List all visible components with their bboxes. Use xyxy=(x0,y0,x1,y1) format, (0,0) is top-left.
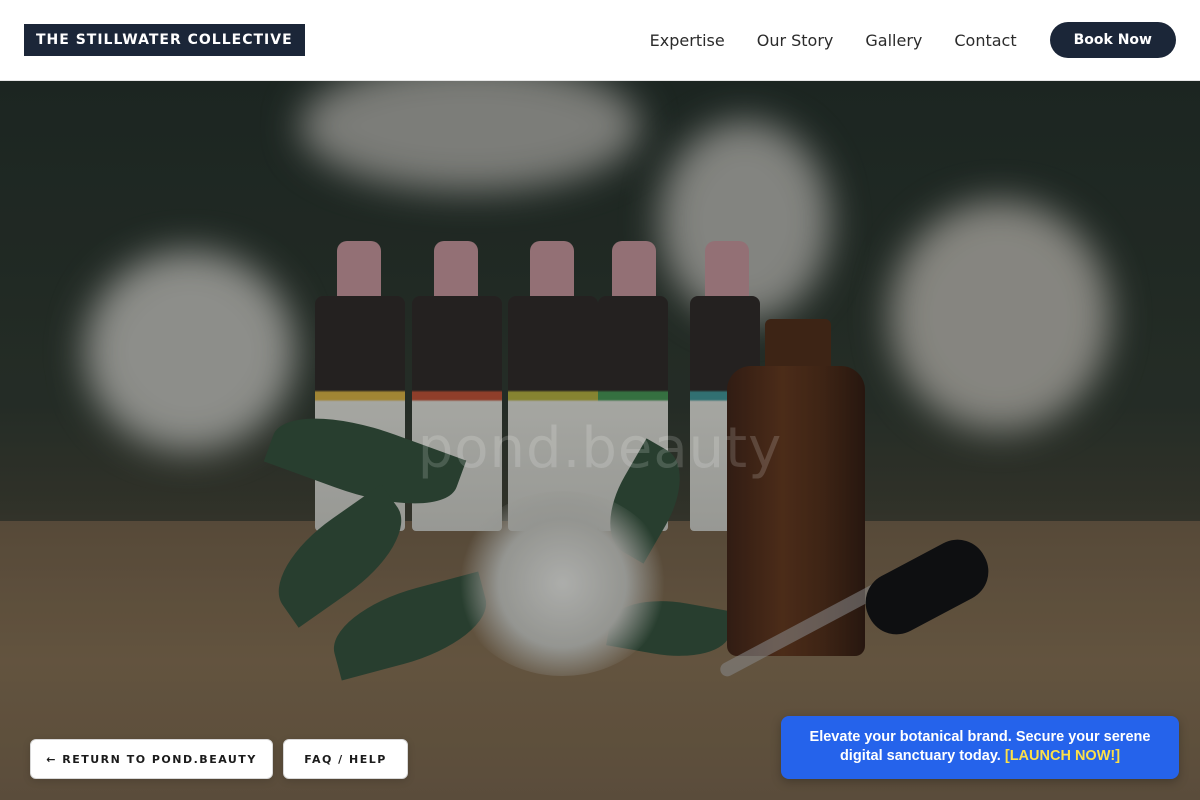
hero-watermark: pond.beauty xyxy=(417,416,783,481)
main-nav: Expertise Our Story Gallery Contact Book… xyxy=(650,22,1176,58)
site-logo[interactable]: THE STILLWATER COLLECTIVE xyxy=(24,24,305,56)
launch-now-link[interactable]: [LAUNCH NOW!] xyxy=(1005,748,1120,764)
faq-help-button[interactable]: FAQ / HELP xyxy=(283,739,408,779)
site-header: THE STILLWATER COLLECTIVE Expertise Our … xyxy=(0,0,1200,81)
nav-link-contact[interactable]: Contact xyxy=(954,31,1016,50)
nav-link-our-story[interactable]: Our Story xyxy=(757,31,834,50)
hero-image: pond.beauty xyxy=(0,81,1200,800)
promo-banner[interactable]: Elevate your botanical brand. Secure you… xyxy=(781,716,1179,779)
nav-link-expertise[interactable]: Expertise xyxy=(650,31,725,50)
return-to-pond-beauty-button[interactable]: ← RETURN TO POND.BEAUTY xyxy=(30,739,273,779)
nav-link-gallery[interactable]: Gallery xyxy=(865,31,922,50)
book-now-button[interactable]: Book Now xyxy=(1049,22,1176,58)
